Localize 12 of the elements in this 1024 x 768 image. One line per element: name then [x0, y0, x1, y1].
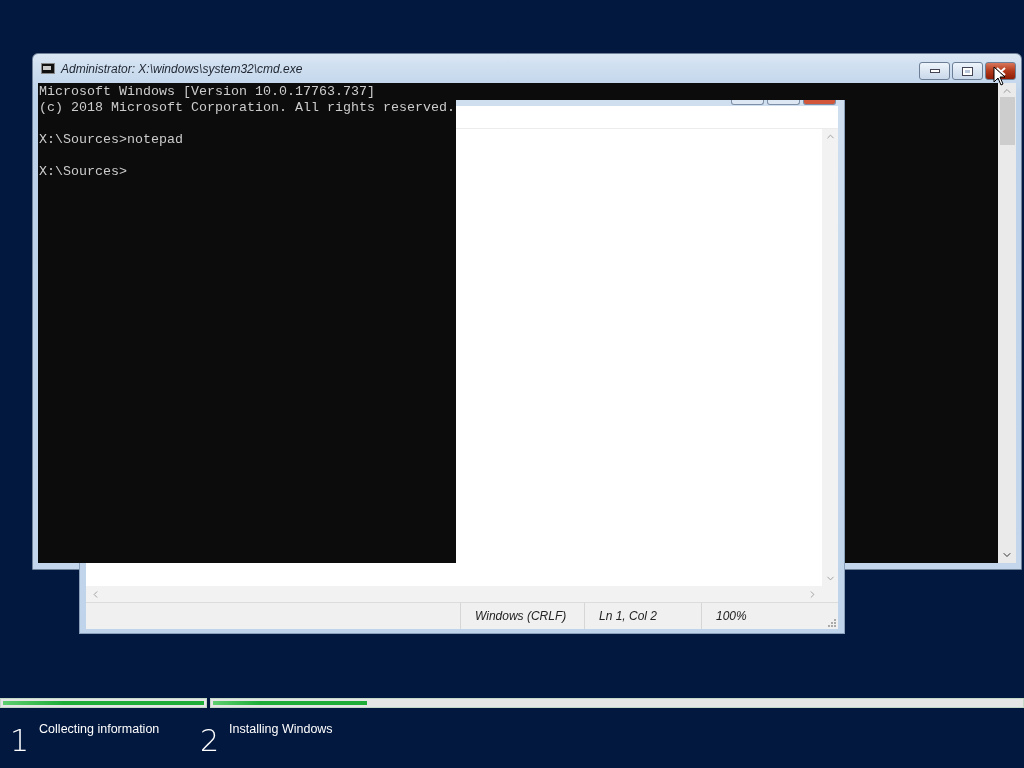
console-line: X:\Sources>	[39, 164, 128, 180]
console-line: (c) 2018 Microsoft Corporation. All rights reserved.	[39, 100, 456, 116]
status-text: 100%	[701, 603, 821, 629]
step-number: 2	[200, 726, 220, 756]
status-text: Ln 1, Col 2	[584, 603, 701, 629]
console-line: X:\Sources>notepad	[39, 132, 184, 148]
console-line: Microsoft Windows [Version 10.0.17763.737]	[39, 84, 376, 100]
step-number: 1	[10, 726, 30, 756]
window-title: Administrator: X:\windows\system32\cmd.exe	[61, 61, 303, 76]
step-label: Collecting information	[39, 722, 160, 736]
status-text: Windows (CRLF)	[460, 603, 584, 629]
step-label: Installing Windows	[229, 722, 333, 736]
